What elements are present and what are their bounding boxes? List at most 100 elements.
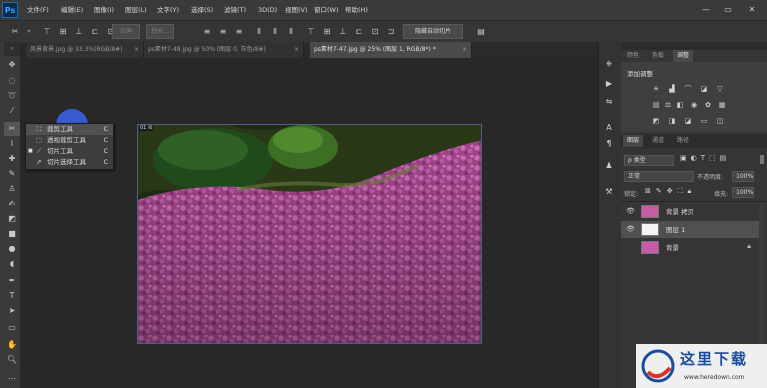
- distribute-top2-icon[interactable]: ⊤: [304, 26, 318, 38]
- slice-options-icon[interactable]: ▤: [474, 26, 488, 38]
- menu-filter[interactable]: 滤镜(T): [224, 0, 246, 20]
- brush-presets-icon[interactable]: ♟: [603, 160, 615, 172]
- selective-color-icon[interactable]: ◫: [715, 116, 725, 126]
- menu-layer[interactable]: 图层(L): [125, 0, 147, 20]
- exposure-icon[interactable]: ◪: [699, 84, 709, 94]
- more-tools-icon[interactable]: …: [4, 370, 20, 384]
- threshold-icon[interactable]: ◪: [683, 116, 693, 126]
- slice-tool-icon[interactable]: ✂: [4, 122, 20, 136]
- healing-brush-tool-icon[interactable]: ✚: [4, 152, 20, 166]
- curves-icon[interactable]: ⌒: [683, 84, 693, 94]
- color-lookup-icon[interactable]: ▦: [717, 100, 727, 110]
- tab-document-3[interactable]: ps素材7-47.jpg @ 25% (图层 1, RGB/8*) * ×: [310, 42, 472, 58]
- history-icon[interactable]: ⎈: [603, 58, 615, 70]
- photo-filter-icon[interactable]: ◉: [689, 100, 699, 110]
- stretch-button[interactable]: 拉伸: [112, 24, 140, 39]
- path-select-tool-icon[interactable]: ➤: [4, 304, 20, 318]
- invert-icon[interactable]: ◩: [651, 116, 661, 126]
- quick-select-tool-icon[interactable]: ⁄: [4, 104, 20, 118]
- tab-document-1[interactable]: 风景背景.jpg @ 33.3%(RGB/8#) ×: [26, 42, 144, 58]
- distribute-hcenter-icon[interactable]: ⦀: [268, 26, 282, 38]
- layers-scrollbar[interactable]: [759, 203, 764, 363]
- tab-document-2[interactable]: ps素材7-48.jpg @ 50% (图层 0, 灰色/8#) ×: [144, 42, 304, 58]
- character-icon[interactable]: A: [603, 122, 615, 134]
- distribute-vcenter2-icon[interactable]: ⊞: [320, 26, 334, 38]
- layer-row[interactable]: 👁︎ 图层 1: [621, 221, 759, 238]
- close-icon[interactable]: ×: [134, 42, 139, 58]
- menu-file[interactable]: 文件(F): [27, 0, 49, 20]
- restore-button[interactable]: ▭: [722, 4, 734, 16]
- layer-filter-icons[interactable]: ▣◐T⬚▤: [680, 154, 730, 162]
- tool-presets-icon[interactable]: ⚒: [603, 186, 615, 198]
- lock-icons[interactable]: ⊠✎✥⛶🔒︎: [645, 187, 696, 196]
- distribute-bottom2-icon[interactable]: ⊥: [336, 26, 350, 38]
- blur-tool-icon[interactable]: ●: [4, 242, 20, 256]
- align-vcenter-icon[interactable]: ⊞: [56, 26, 70, 38]
- black-white-icon[interactable]: ◧: [675, 100, 685, 110]
- tab-channels[interactable]: 通道: [648, 135, 668, 147]
- hide-auto-slices-button[interactable]: 隐藏自动切片: [403, 24, 463, 39]
- color-balance-icon[interactable]: ⚖: [663, 100, 673, 110]
- distribute-top-icon[interactable]: ≡: [200, 26, 214, 38]
- flyout-item-crop[interactable]: ⛶ 裁剪工具 C: [26, 124, 113, 135]
- properties-icon[interactable]: ⇋: [603, 96, 615, 108]
- menu-image[interactable]: 图像(I): [94, 0, 114, 20]
- gradient-tool-icon[interactable]: ■: [4, 227, 20, 241]
- menu-edit[interactable]: 编辑(E): [61, 0, 83, 20]
- layer-row[interactable]: 👁︎ 背景 拷贝: [621, 203, 759, 220]
- slice-tool-preset-icon[interactable]: ✂: [8, 26, 22, 38]
- eraser-tool-icon[interactable]: ◩: [4, 212, 20, 226]
- eye-hidden-icon[interactable]: □: [626, 243, 633, 251]
- eye-icon[interactable]: 👁︎: [626, 207, 635, 215]
- lasso-tool-icon[interactable]: ➰: [4, 89, 20, 103]
- posterize-icon[interactable]: ◨: [667, 116, 677, 126]
- filter-toggle-icon[interactable]: [760, 155, 764, 164]
- tab-paths[interactable]: 路径: [673, 135, 693, 147]
- flyout-item-slice[interactable]: ■ ⟋ 切片工具 C: [26, 146, 113, 157]
- minimize-button[interactable]: —: [700, 4, 712, 16]
- history-brush-tool-icon[interactable]: ✍: [4, 197, 20, 211]
- paragraph-icon[interactable]: ¶: [603, 138, 615, 150]
- tab-color[interactable]: 颜色: [623, 50, 643, 62]
- flyout-item-perspective-crop[interactable]: ⬚ 透视裁剪工具 C: [26, 135, 113, 146]
- layer-row[interactable]: □ 背景 🔒︎: [621, 239, 759, 256]
- close-button[interactable]: ✕: [746, 4, 758, 16]
- tab-swatches[interactable]: 色板: [648, 50, 668, 62]
- tab-layers[interactable]: 图层: [623, 135, 644, 147]
- toolbar-collapse-icon[interactable]: »: [4, 42, 20, 56]
- zoom-tool-icon[interactable]: 🔍︎: [4, 353, 20, 367]
- layer-filter-select[interactable]: ρ 类型: [624, 155, 674, 166]
- flyout-item-slice-select[interactable]: ➚ 切片选择工具 C: [26, 157, 113, 168]
- distribute-left2-icon[interactable]: ⊏: [352, 26, 366, 38]
- hand-tool-icon[interactable]: ✋: [4, 338, 20, 352]
- marquee-tool-icon[interactable]: ◌: [4, 74, 20, 88]
- pen-tool-icon[interactable]: ✒: [4, 274, 20, 288]
- rectangle-tool-icon[interactable]: ▭: [4, 321, 20, 335]
- fill-field[interactable]: 100%: [732, 187, 754, 198]
- distribute-hcenter2-icon[interactable]: ⊡: [368, 26, 382, 38]
- brightness-icon[interactable]: ☀: [651, 84, 661, 94]
- menu-view[interactable]: 视图(V): [285, 0, 308, 20]
- distribute-vcenter-icon[interactable]: ≡: [216, 26, 230, 38]
- tab-adjustments[interactable]: 调整: [673, 50, 694, 62]
- hue-saturation-icon[interactable]: ▤: [651, 100, 661, 110]
- menu-type[interactable]: 文字(Y): [157, 0, 179, 20]
- opacity-field[interactable]: 100%: [732, 171, 754, 182]
- eye-icon[interactable]: 👁︎: [626, 225, 635, 233]
- align-top-icon[interactable]: ⊤: [40, 26, 54, 38]
- menu-3d[interactable]: 3D(D): [258, 0, 277, 20]
- menu-window[interactable]: 窗口(W): [314, 0, 339, 20]
- distribute-right-icon[interactable]: ⦀: [284, 26, 298, 38]
- close-icon[interactable]: ×: [294, 42, 299, 58]
- divide-button[interactable]: 划分...: [146, 24, 174, 39]
- distribute-left-icon[interactable]: ⦀: [252, 26, 266, 38]
- move-tool-icon[interactable]: ✥: [4, 58, 20, 72]
- actions-icon[interactable]: ▶: [603, 78, 615, 90]
- blend-mode-select[interactable]: 正常: [624, 171, 694, 182]
- vibrance-icon[interactable]: ▽: [715, 84, 725, 94]
- close-icon[interactable]: ×: [462, 42, 467, 58]
- distribute-right2-icon[interactable]: ⊐: [384, 26, 398, 38]
- gradient-map-icon[interactable]: ▭: [699, 116, 709, 126]
- dodge-tool-icon[interactable]: ◖: [4, 257, 20, 271]
- canvas-image[interactable]: [137, 124, 482, 344]
